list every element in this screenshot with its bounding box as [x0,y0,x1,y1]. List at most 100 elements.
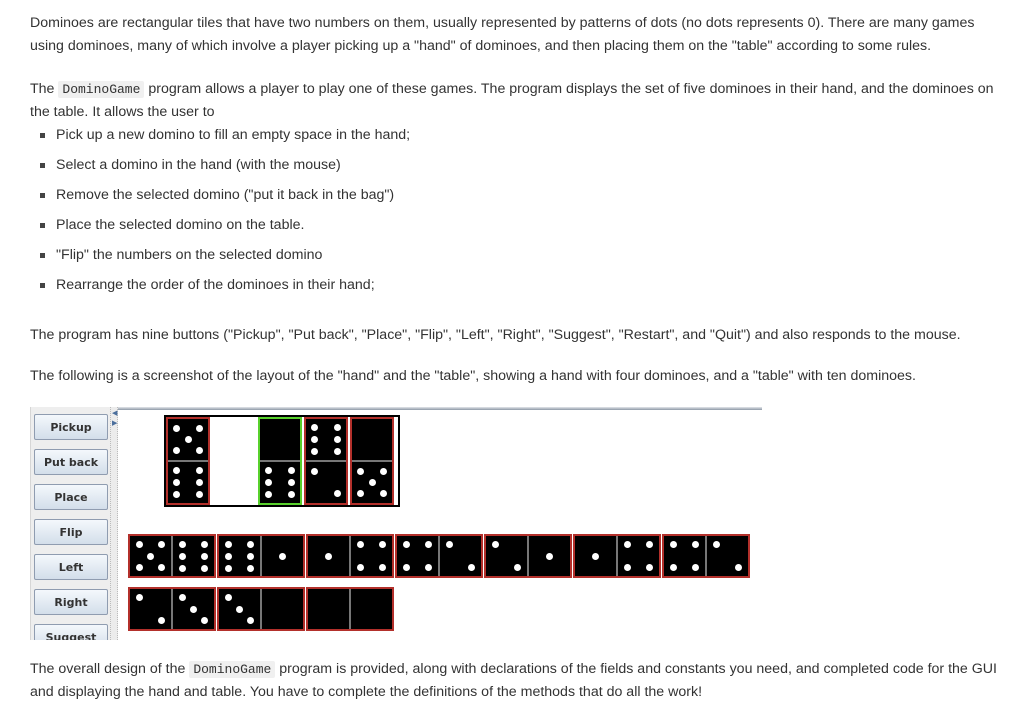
bullet-icon [40,223,45,228]
pip-dot [669,541,677,549]
collapse-right-arrow-icon[interactable]: ▶ [112,420,117,427]
pip-dot [201,552,209,560]
pip-dot [173,424,181,432]
pip-dot [195,424,203,432]
pip-dot [247,616,255,624]
pip-dot [224,540,232,548]
pip-dot [379,541,387,549]
pip-dot [173,466,181,474]
domino-half [308,589,349,629]
pickup-button[interactable]: Pickup [34,414,108,440]
pip-dot [265,479,273,486]
domino[interactable] [304,417,348,505]
pip-dot [546,552,553,560]
pip-dot [173,447,181,455]
place-button[interactable]: Place [34,484,108,510]
pip-dot [135,563,143,571]
pip-dot [265,491,273,499]
pip-dot [425,563,433,571]
domino[interactable] [166,417,210,505]
domino-half [351,536,392,576]
split-pane-divider[interactable]: ◀ ▶ [110,407,118,640]
bullet-icon [40,163,45,168]
pip-dot [178,564,186,572]
pip-dot [184,436,192,443]
domino-half [219,536,260,576]
pip-dot [425,541,433,549]
intro-paragraph: Dominoes are rectangular tiles that have… [30,15,975,54]
left-button[interactable]: Left [34,554,108,580]
domino-half [260,419,300,460]
hand-area[interactable] [164,415,400,507]
pip-dot [356,541,364,549]
feature-item: Remove the selected domino ("put it back… [30,184,410,214]
pip-dot [178,594,186,602]
game-canvas[interactable] [118,410,762,640]
pip-dot [379,467,387,475]
pip-dot [158,563,166,571]
pip-dot [623,563,631,571]
pip-dot [333,436,341,443]
bullet-icon [40,133,45,138]
feature-item: "Flip" the numbers on the selected domin… [30,244,410,274]
flip-button[interactable]: Flip [34,519,108,545]
pip-dot [468,563,476,571]
program-paragraph: The DominoGame program allows a player t… [30,78,1005,124]
outro-text-before: The overall design of the [30,661,190,677]
table-domino[interactable] [128,587,216,631]
bullet-icon [40,283,45,288]
collapse-left-arrow-icon[interactable]: ◀ [112,410,117,417]
table-domino[interactable] [395,534,483,578]
pip-dot [201,564,209,572]
pip-dot [178,552,186,560]
outro-paragraph: The overall design of the DominoGame pro… [30,658,1005,704]
table-domino[interactable] [306,587,394,631]
table-domino[interactable] [662,534,750,578]
domino[interactable] [350,417,394,505]
pip-dot [514,563,522,571]
table-domino[interactable] [306,534,394,578]
domino-half [397,536,438,576]
domino-half [262,589,303,629]
bullet-icon [40,253,45,258]
feature-text: Remove the selected domino ("put it back… [56,187,395,203]
domino-half [575,536,616,576]
pip-dot [158,616,166,624]
domino-selected[interactable] [258,417,302,505]
pip-dot [287,491,295,499]
pip-dot [311,436,319,443]
feature-text: Pick up a new domino to fill an empty sp… [56,127,411,143]
table-domino[interactable] [217,587,305,631]
domino-half [440,536,481,576]
pip-dot [445,541,453,549]
table-domino[interactable] [128,534,216,578]
right-button[interactable]: Right [34,589,108,615]
pip-dot [379,563,387,571]
pip-dot [311,423,319,431]
pip-dot [623,541,631,549]
pip-dot [135,541,143,549]
pip-dot [646,541,654,549]
table-domino[interactable] [217,534,305,578]
domino-half [168,462,208,503]
pip-dot [224,564,232,572]
domino-half [262,536,303,576]
pip-dot [173,491,181,499]
table-domino[interactable] [484,534,572,578]
pip-dot [178,540,186,548]
pip-dot [279,552,286,560]
feature-item: Pick up a new domino to fill an empty sp… [30,124,410,154]
domino-half [260,462,300,503]
pip-dot [379,490,387,498]
feature-text: Place the selected domino on the table. [56,217,305,233]
pip-dot [287,466,295,474]
bullet-icon [40,193,45,198]
pip-dot [158,541,166,549]
button-panel: Pickup Put back Place Flip Left Right Su… [30,407,111,640]
suggest-button[interactable]: Suggest [34,624,108,640]
domino-half [130,589,171,629]
table-domino[interactable] [573,534,661,578]
put-back-button[interactable]: Put back [34,449,108,475]
feature-text: "Flip" the numbers on the selected domin… [56,247,323,263]
feature-text: Select a domino in the hand (with the mo… [56,157,341,173]
